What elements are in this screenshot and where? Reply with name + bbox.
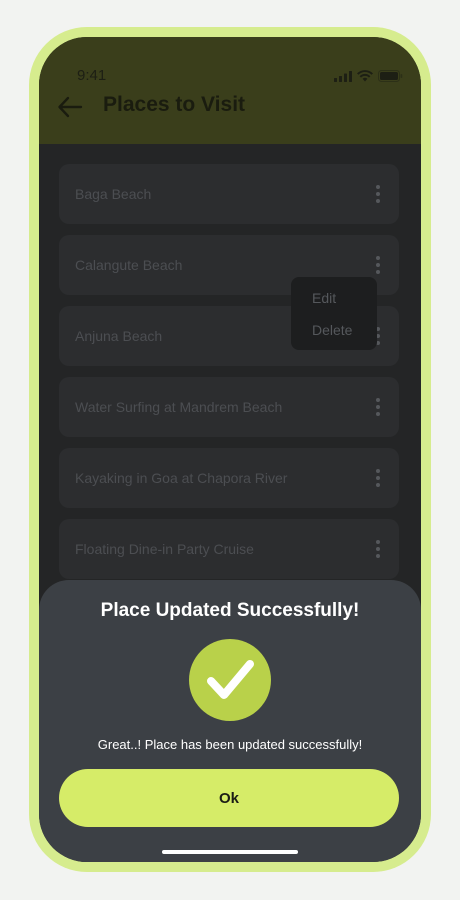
wifi-icon	[357, 70, 373, 82]
ok-button[interactable]: Ok	[59, 769, 399, 827]
list-item[interactable]: Water Surfing at Mandrem Beach	[59, 377, 399, 437]
list-item[interactable]: Baga Beach	[59, 164, 399, 224]
list-item[interactable]: Floating Dine-in Party Cruise	[59, 519, 399, 579]
home-indicator	[162, 850, 298, 854]
status-icons	[334, 70, 403, 85]
dialog-message: Great..! Place has been updated successf…	[97, 737, 363, 752]
cellular-signal-icon	[334, 70, 352, 82]
place-label: Anjuna Beach	[75, 328, 163, 344]
more-options-icon[interactable]	[375, 469, 381, 487]
arrow-left-icon[interactable]	[57, 95, 83, 119]
context-menu: Edit Delete	[291, 277, 377, 350]
place-label: Baga Beach	[75, 186, 152, 202]
dialog-title: Place Updated Successfully!	[100, 600, 360, 621]
delete-menu-item[interactable]: Delete	[312, 322, 352, 338]
success-bottom-sheet: Place Updated Successfully! Great..! Pla…	[39, 580, 421, 862]
checkmark-icon	[207, 660, 254, 699]
place-label: Floating Dine-in Party Cruise	[75, 541, 254, 557]
title-bar: Places to Visit	[39, 91, 421, 123]
more-options-icon[interactable]	[375, 185, 381, 203]
device-frame: 9:41 Places to Visit Baga Beach Calangut…	[29, 27, 431, 872]
app-header: 9:41 Places to Visit	[39, 37, 421, 144]
status-time: 9:41	[77, 67, 107, 84]
more-options-icon[interactable]	[375, 256, 381, 274]
status-bar: 9:41	[39, 37, 421, 85]
success-badge	[189, 639, 271, 721]
place-label: Kayaking in Goa at Chapora River	[75, 470, 288, 486]
list-item[interactable]: Kayaking in Goa at Chapora River	[59, 448, 399, 508]
place-label: Water Surfing at Mandrem Beach	[75, 399, 283, 415]
edit-menu-item[interactable]: Edit	[312, 290, 336, 306]
battery-icon	[378, 70, 403, 82]
more-options-icon[interactable]	[375, 540, 381, 558]
place-label: Calangute Beach	[75, 257, 183, 273]
app-screen: 9:41 Places to Visit Baga Beach Calangut…	[39, 37, 421, 862]
page-title: Places to Visit	[103, 93, 246, 116]
more-options-icon[interactable]	[375, 398, 381, 416]
